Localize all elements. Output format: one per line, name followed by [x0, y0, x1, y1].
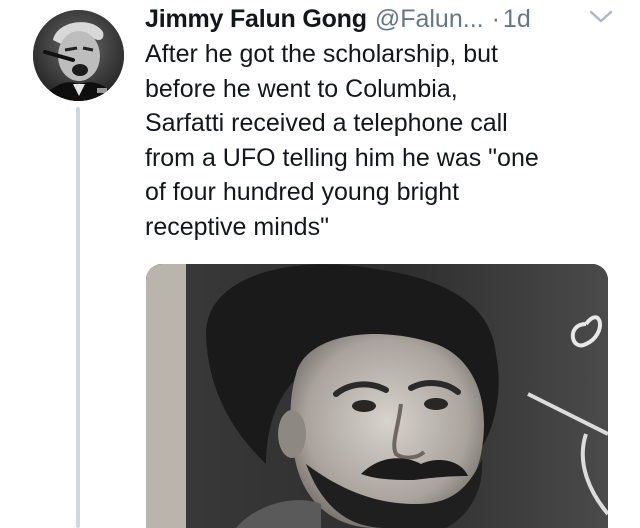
tweet-timestamp[interactable]: 1d: [503, 2, 531, 36]
tweet-text: After he got the scholarship, but before…: [145, 40, 539, 241]
author-handle[interactable]: @Falun...: [375, 2, 484, 36]
author-avatar[interactable]: [33, 10, 124, 101]
tweet-media-photo[interactable]: [146, 264, 608, 528]
portrait-photo-icon: [146, 264, 608, 528]
tweet[interactable]: Jimmy Falun Gong @Falun... · 1d After he…: [0, 0, 640, 528]
chevron-down-icon: [589, 10, 613, 23]
avatar-photo-icon: [33, 10, 124, 101]
separator-dot: ·: [491, 5, 500, 33]
thread-line: [76, 107, 80, 528]
tweet-header: Jimmy Falun Gong @Falun... · 1d: [145, 2, 531, 36]
tweet-menu-button[interactable]: [586, 4, 616, 28]
author-display-name[interactable]: Jimmy Falun Gong: [145, 2, 367, 36]
